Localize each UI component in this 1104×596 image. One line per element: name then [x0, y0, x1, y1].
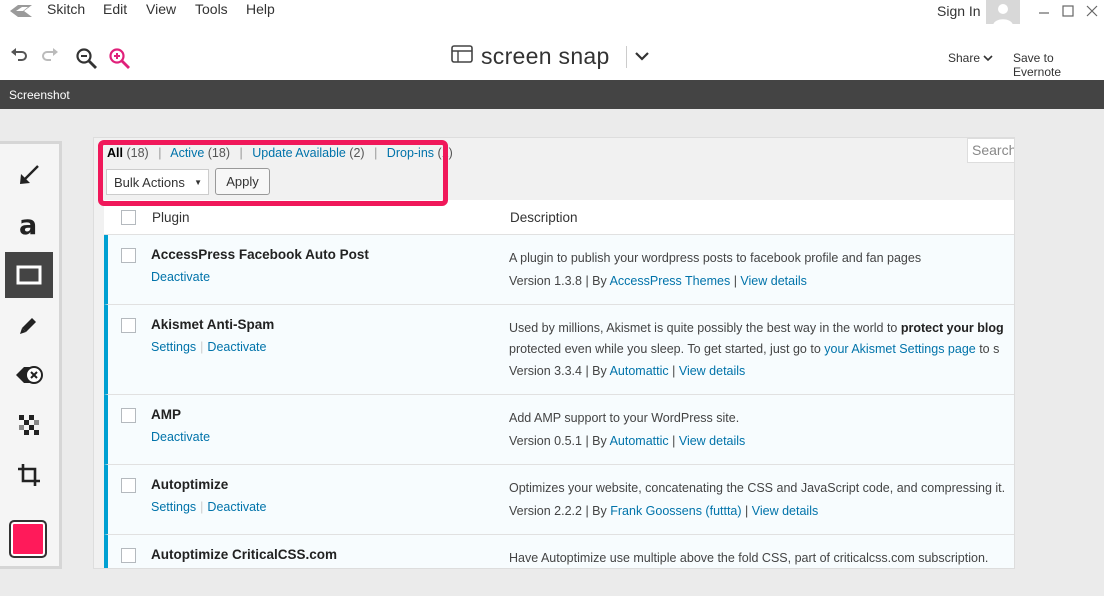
plugin-actions: Settings | Deactivate: [151, 500, 267, 514]
menu-view[interactable]: View: [146, 1, 176, 17]
row-checkbox[interactable]: [121, 248, 136, 263]
by-label: By: [592, 504, 607, 518]
menu-help[interactable]: Help: [246, 1, 275, 17]
plugin-name: Autoptimize: [151, 477, 229, 492]
akismet-settings-link[interactable]: your Akismet Settings page: [824, 342, 975, 356]
by-label: By: [592, 434, 607, 448]
deactivate-link[interactable]: Deactivate: [207, 340, 266, 354]
column-header-plugin[interactable]: Plugin: [152, 210, 190, 225]
toolbar: screen snap Share Save to Evernote: [0, 24, 1104, 80]
color-picker-swatch[interactable]: [9, 520, 47, 558]
author-link[interactable]: AccessPress Themes: [610, 274, 731, 288]
view-details-link[interactable]: View details: [740, 274, 806, 288]
share-label: Share: [948, 51, 981, 65]
arrow-tool-icon[interactable]: [5, 152, 53, 198]
view-details-link[interactable]: View details: [679, 364, 745, 378]
by-label: By: [592, 274, 607, 288]
minimize-icon[interactable]: [1038, 4, 1050, 20]
description-text: to s: [975, 342, 1000, 356]
plugin-meta: Version 0.5.1 | By Automattic | View det…: [509, 434, 746, 448]
plugin-name: Akismet Anti-Spam: [151, 317, 275, 332]
description-text: protected even while you sleep. To get s…: [509, 342, 825, 356]
plugin-meta: Version 2.2.2 | By Frank Goossens (futtt…: [509, 504, 819, 518]
chevron-down-icon[interactable]: [634, 48, 649, 66]
save-to-evernote-button[interactable]: Save to Evernote: [1013, 51, 1104, 79]
table-row: AMP Deactivate Add AMP support to your W…: [104, 395, 1014, 465]
author-link[interactable]: Automattic: [610, 434, 669, 448]
rectangle-tool-icon[interactable]: [5, 252, 53, 298]
document-title-area: screen snap: [451, 43, 649, 70]
by-label: By: [592, 364, 607, 378]
description-text: Used by millions, Akismet is quite possi…: [509, 321, 901, 335]
menubar: Skitch Edit View Tools Help Sign In: [0, 0, 1104, 28]
plugins-table: Plugin Description AccessPress Facebook …: [104, 200, 1014, 568]
pixelate-tool-icon[interactable]: [5, 402, 53, 448]
redo-icon[interactable]: [41, 46, 59, 67]
search-input[interactable]: Search: [967, 138, 1014, 163]
title-divider: [625, 45, 627, 68]
crop-tool-icon[interactable]: [5, 452, 53, 498]
plugin-version: Version 0.5.1: [509, 434, 582, 448]
deactivate-link[interactable]: Deactivate: [207, 500, 266, 514]
zoom-in-icon[interactable]: [109, 48, 131, 75]
table-row: AccessPress Facebook Auto Post Deactivat…: [104, 235, 1014, 305]
menu-edit[interactable]: Edit: [103, 1, 127, 17]
share-chevron-icon: [983, 55, 993, 62]
description-bold: protect your blog: [900, 321, 1004, 335]
select-all-checkbox[interactable]: [121, 210, 136, 225]
plugin-description: Used by millions, Akismet is quite possi…: [509, 318, 1004, 360]
row-checkbox[interactable]: [121, 318, 136, 333]
document-title[interactable]: screen snap: [481, 43, 610, 70]
settings-link[interactable]: Settings: [151, 500, 196, 514]
sign-in-link[interactable]: Sign In: [937, 3, 981, 19]
zoom-out-icon[interactable]: [76, 48, 98, 75]
maximize-icon[interactable]: [1062, 4, 1074, 20]
table-row: Autoptimize Settings | Deactivate Optimize…: [104, 465, 1014, 535]
menu-skitch[interactable]: Skitch: [47, 1, 85, 17]
author-link[interactable]: Frank Goossens (futtta): [610, 504, 741, 518]
view-details-link[interactable]: View details: [752, 504, 818, 518]
undo-icon[interactable]: [10, 46, 28, 67]
plugin-name: Autoptimize CriticalCSS.com: [151, 547, 338, 562]
plugin-meta: Version 1.3.8 | By AccessPress Themes | …: [509, 274, 807, 288]
text-tool-icon[interactable]: a: [5, 202, 53, 248]
plugin-version: Version 1.3.8: [509, 274, 582, 288]
skitch-logo-icon: [10, 4, 32, 22]
column-header-description: Description: [510, 210, 578, 225]
plugin-version: Version 3.3.4: [509, 364, 582, 378]
plugin-actions: Deactivate: [151, 430, 210, 444]
highlighter-tool-icon[interactable]: [5, 302, 53, 348]
stamp-tool-icon[interactable]: [5, 352, 53, 398]
tool-palette: a: [0, 141, 62, 569]
plugin-meta: Version 3.3.4 | By Automattic | View det…: [509, 364, 746, 378]
author-link[interactable]: Automattic: [610, 364, 669, 378]
screenshot-doc-icon: [451, 45, 473, 68]
table-row: Akismet Anti-Spam Settings | Deactivate Us…: [104, 305, 1014, 395]
row-checkbox[interactable]: [121, 478, 136, 493]
close-icon[interactable]: [1086, 4, 1098, 20]
row-checkbox[interactable]: [121, 548, 136, 563]
view-details-link[interactable]: View details: [679, 434, 745, 448]
plugin-actions: Settings | Deactivate: [151, 340, 267, 354]
plugin-name: AMP: [151, 407, 181, 422]
tab-bar: Screenshot: [0, 80, 1104, 109]
menu-tools[interactable]: Tools: [195, 1, 228, 17]
row-checkbox[interactable]: [121, 408, 136, 423]
table-row: Autoptimize CriticalCSS.com Have Autopti…: [104, 535, 1014, 568]
plugin-description: Have Autoptimize use multiple above the …: [509, 551, 989, 565]
plugin-description: A plugin to publish your wordpress posts…: [509, 251, 922, 265]
plugin-description: Add AMP support to your WordPress site.: [509, 411, 740, 425]
plugin-description: Optimizes your website, concatenating th…: [509, 481, 1006, 495]
share-button[interactable]: Share: [948, 51, 993, 65]
plugin-version: Version 2.2.2: [509, 504, 582, 518]
settings-link[interactable]: Settings: [151, 340, 196, 354]
deactivate-link[interactable]: Deactivate: [151, 270, 210, 284]
tab-screenshot[interactable]: Screenshot: [9, 88, 70, 102]
svg-text:a: a: [19, 212, 37, 238]
plugin-name: AccessPress Facebook Auto Post: [151, 247, 369, 262]
screenshot-canvas[interactable]: All (18) | Active (18) | Update Availabl…: [93, 137, 1015, 569]
annotation-rectangle[interactable]: [98, 140, 448, 206]
plugin-actions: Deactivate: [151, 270, 210, 284]
deactivate-link[interactable]: Deactivate: [151, 430, 210, 444]
